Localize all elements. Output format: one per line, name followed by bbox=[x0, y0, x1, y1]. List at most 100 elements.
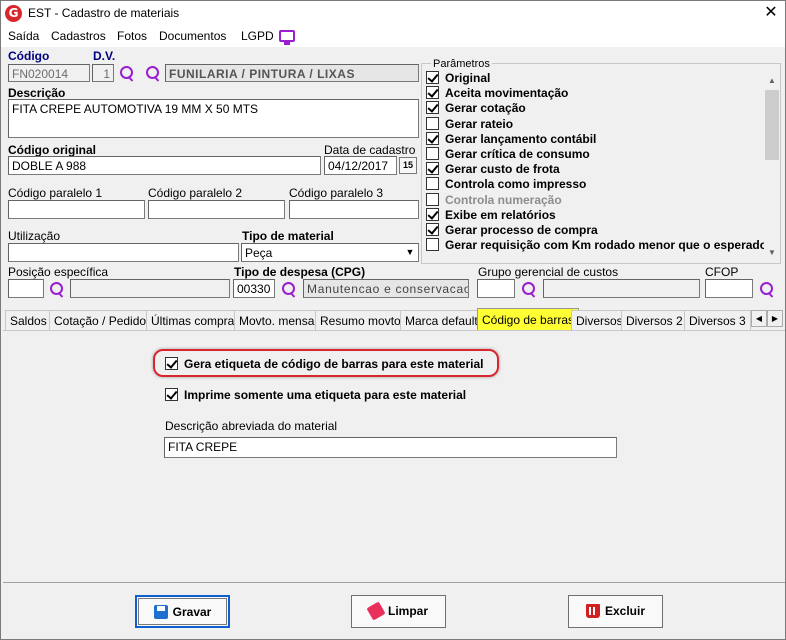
param-item[interactable]: Controla numeração bbox=[426, 192, 562, 208]
search-group-icon[interactable] bbox=[145, 65, 161, 81]
tab-scroll-right-icon[interactable]: ▶ bbox=[767, 310, 783, 327]
codigo-original-field[interactable]: DOBLE A 988 bbox=[8, 156, 321, 175]
chevron-down-icon[interactable]: ▼ bbox=[402, 243, 418, 261]
menu-fotos[interactable]: Fotos bbox=[117, 29, 147, 43]
search-icon[interactable] bbox=[119, 65, 135, 81]
param-checkbox[interactable] bbox=[426, 86, 439, 100]
cod-par1-field[interactable] bbox=[8, 200, 145, 219]
menu-bar: Saída Cadastros Fotos Documentos LGPD bbox=[1, 27, 785, 47]
tab-resumo-movto[interactable]: Resumo movto. bbox=[315, 310, 410, 330]
tab-marca-default[interactable]: Marca default bbox=[400, 310, 483, 330]
close-icon[interactable]: ✕ bbox=[761, 3, 781, 23]
menu-documentos[interactable]: Documentos bbox=[159, 29, 226, 43]
tab-codigo-de-barras[interactable]: Código de barras bbox=[477, 308, 580, 331]
grupo-gerencial-field[interactable] bbox=[477, 279, 515, 298]
tipo-despesa-label: Tipo de despesa (CPG) bbox=[234, 265, 366, 279]
search-cfop-icon[interactable] bbox=[759, 281, 775, 297]
param-checkbox[interactable] bbox=[426, 223, 439, 236]
gera-etiqueta-check[interactable] bbox=[165, 357, 178, 370]
tipo-despesa-code-field[interactable]: 00330 bbox=[233, 279, 275, 298]
tab-diversos[interactable]: Diversos bbox=[571, 310, 628, 330]
param-checkbox[interactable] bbox=[426, 116, 439, 130]
menu-saida[interactable]: Saída bbox=[8, 29, 39, 43]
param-label: Original bbox=[445, 71, 491, 85]
parametros-title: Parâmetros bbox=[431, 58, 492, 70]
parametros-scrollbar[interactable]: ▲ ▼ bbox=[764, 73, 780, 261]
tipo-material-select[interactable]: Peça bbox=[241, 243, 419, 262]
param-item[interactable]: Gerar processo de compra bbox=[426, 223, 598, 238]
param-checkbox[interactable] bbox=[426, 101, 439, 115]
tab-ultimas-compras[interactable]: Últimas compras bbox=[146, 310, 246, 330]
dv-field: 1 bbox=[92, 64, 114, 82]
menu-cadastros[interactable]: Cadastros bbox=[51, 29, 106, 43]
menu-lgpd[interactable]: LGPD bbox=[241, 29, 274, 43]
posicao-field[interactable] bbox=[8, 279, 44, 298]
excluir-button[interactable]: Excluir bbox=[568, 595, 663, 628]
grupo-gerencial-label: Grupo gerencial de custos bbox=[478, 265, 619, 279]
cod-par1-label: Código paralelo 1 bbox=[8, 186, 103, 200]
param-label: Gerar crítica de consumo bbox=[445, 147, 590, 161]
posicao-desc-field bbox=[70, 279, 230, 298]
cod-par2-field[interactable] bbox=[148, 200, 285, 219]
param-checkbox[interactable] bbox=[426, 192, 439, 206]
scroll-thumb[interactable] bbox=[765, 90, 779, 160]
param-checkbox[interactable] bbox=[426, 131, 439, 145]
param-checkbox[interactable] bbox=[426, 71, 439, 84]
param-checkbox[interactable] bbox=[426, 177, 439, 191]
utilizacao-field[interactable] bbox=[8, 243, 239, 262]
param-checkbox[interactable] bbox=[426, 238, 439, 252]
codigo-field[interactable]: FN020014 bbox=[8, 64, 90, 82]
param-item[interactable]: Gerar crítica de consumo bbox=[426, 147, 590, 162]
tab-movto-mensal[interactable]: Movto. mensal bbox=[234, 310, 323, 330]
param-checkbox[interactable] bbox=[426, 207, 439, 221]
param-item[interactable]: Gerar requisição com Km rodado menor que… bbox=[426, 238, 764, 253]
descricao-label: Descrição bbox=[8, 86, 66, 100]
param-checkbox[interactable] bbox=[426, 147, 439, 160]
posicao-label: Posição específica bbox=[8, 265, 109, 279]
param-label: Controla como impresso bbox=[445, 177, 587, 192]
search-posicao-icon[interactable] bbox=[49, 281, 65, 297]
param-item[interactable]: Original bbox=[426, 71, 490, 86]
imprime-somente-check[interactable] bbox=[165, 388, 178, 401]
scroll-down-icon[interactable]: ▼ bbox=[764, 245, 780, 261]
grupo-gerencial-desc-field bbox=[543, 279, 700, 298]
data-cadastro-field[interactable]: 04/12/2017 bbox=[324, 156, 397, 175]
monitor-icon[interactable] bbox=[279, 30, 295, 45]
scroll-up-icon[interactable]: ▲ bbox=[764, 73, 780, 89]
descricao-abreviada-field[interactable]: FITA CREPE bbox=[164, 437, 617, 458]
limpar-button[interactable]: Limpar bbox=[351, 595, 446, 628]
param-label: Gerar rateio bbox=[445, 116, 514, 131]
tab-cotacao-pedido[interactable]: Cotação / Pedido bbox=[49, 310, 152, 330]
param-item[interactable]: Gerar lançamento contábil bbox=[426, 131, 596, 147]
tab-diversos-3[interactable]: Diversos 3 bbox=[684, 310, 751, 330]
gera-etiqueta-checkbox[interactable]: Gera etiqueta de código de barras para e… bbox=[165, 357, 483, 371]
limpar-label: Limpar bbox=[387, 604, 428, 618]
data-cadastro-label: Data de cadastro bbox=[324, 143, 416, 157]
param-item[interactable]: Controla como impresso bbox=[426, 177, 586, 192]
cfop-field[interactable] bbox=[705, 279, 753, 298]
cod-par3-field[interactable] bbox=[289, 200, 419, 219]
imprime-somente-checkbox[interactable]: Imprime somente uma etiqueta para este m… bbox=[165, 388, 466, 402]
gravar-label: Gravar bbox=[172, 605, 212, 619]
search-grupo-gerencial-icon[interactable] bbox=[521, 281, 537, 297]
param-item[interactable]: Exibe em relatórios bbox=[426, 207, 556, 223]
tab-scroll-left-icon[interactable]: ◀ bbox=[751, 310, 767, 327]
param-item[interactable]: Aceita movimentação bbox=[426, 86, 568, 101]
gravar-button[interactable]: Gravar bbox=[135, 595, 230, 628]
param-item[interactable]: Gerar rateio bbox=[426, 116, 514, 132]
tab-saldos[interactable]: Saldos bbox=[5, 310, 52, 330]
param-item[interactable]: Gerar cotação bbox=[426, 101, 526, 116]
main-window: G EST - Cadastro de materiais ✕ Saída Ca… bbox=[0, 0, 786, 640]
bottom-separator bbox=[3, 582, 785, 583]
param-checkbox[interactable] bbox=[426, 162, 439, 176]
param-label: Gerar cotação bbox=[445, 101, 526, 116]
tab-diversos-2[interactable]: Diversos 2 bbox=[621, 310, 688, 330]
param-label: Controla numeração bbox=[445, 192, 562, 207]
descricao-field[interactable]: FITA CREPE AUTOMOTIVA 19 MM X 50 MTS bbox=[8, 99, 419, 138]
tipo-material-label: Tipo de material bbox=[242, 229, 334, 243]
parametros-list: Original Aceita movimentação Gerar cotação… bbox=[424, 71, 764, 261]
app-logo-icon: G bbox=[5, 5, 22, 22]
calendar-icon[interactable]: 15 bbox=[399, 157, 417, 174]
search-despesa-icon[interactable] bbox=[281, 281, 297, 297]
param-item[interactable]: Gerar custo de frota bbox=[426, 162, 560, 177]
